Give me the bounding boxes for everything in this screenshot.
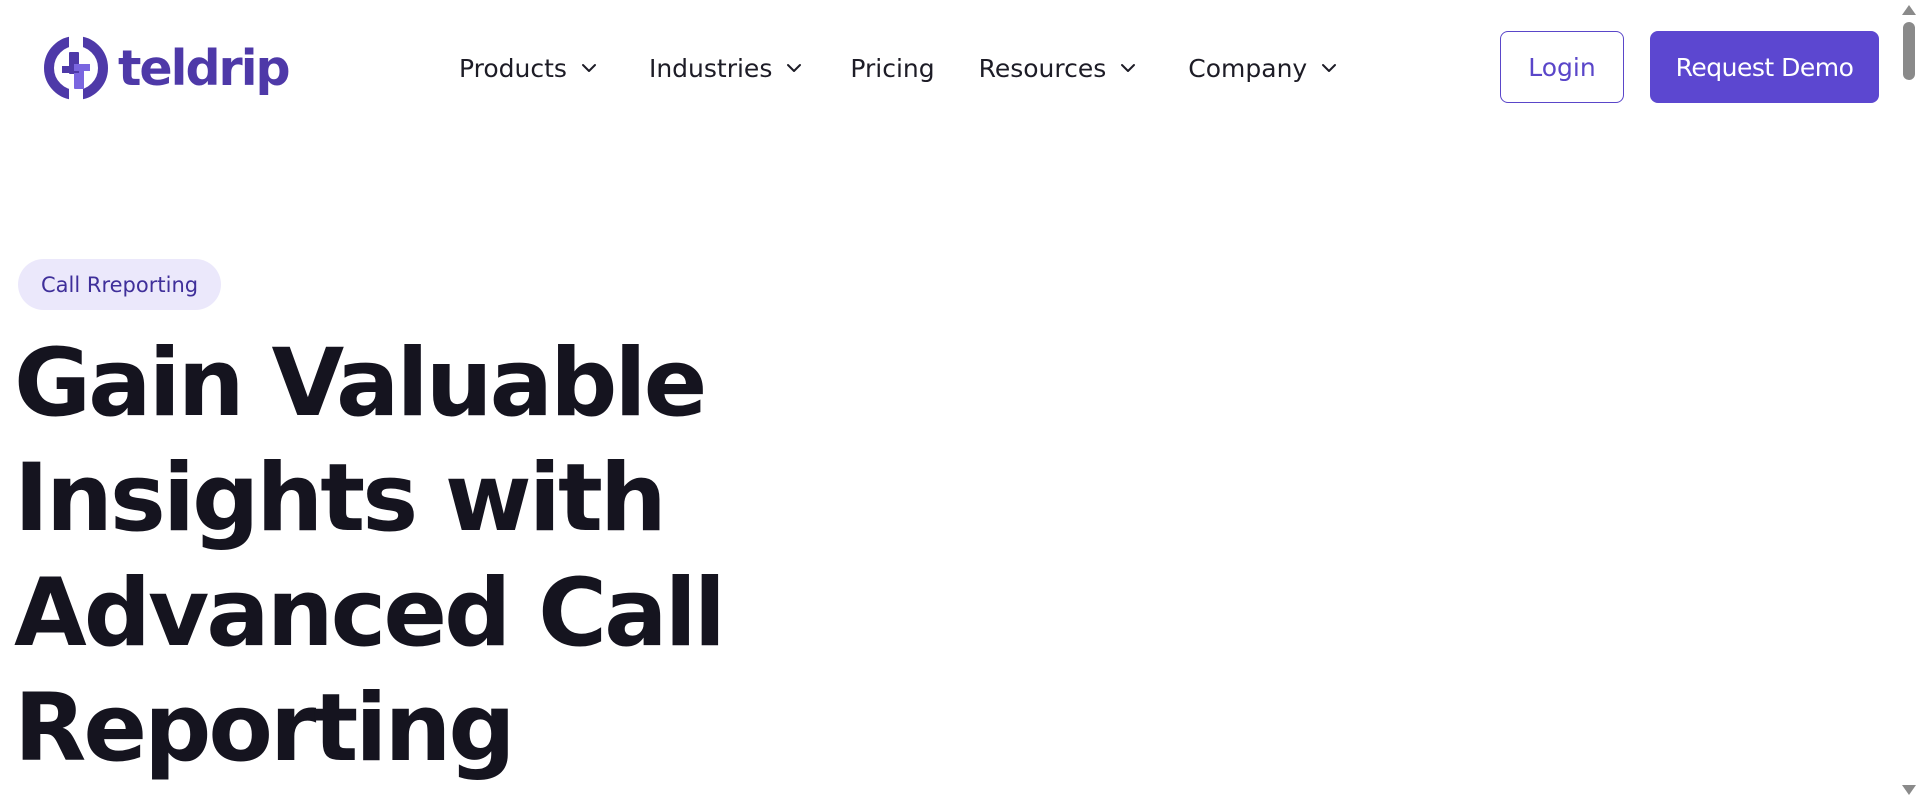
nav-item-label: Pricing: [850, 53, 935, 83]
nav-item-resources[interactable]: Resources: [979, 54, 1139, 83]
chevron-down-icon: [787, 64, 802, 72]
scrollbar-thumb[interactable]: [1903, 22, 1915, 80]
scroll-down-arrow-icon[interactable]: [1902, 785, 1916, 795]
brand-name: teldrip: [118, 39, 291, 97]
main-nav: Products Industries Pricing Resources Co…: [459, 44, 1339, 92]
nav-item-pricing[interactable]: Pricing: [850, 54, 934, 83]
scroll-up-arrow-icon[interactable]: [1902, 5, 1916, 15]
vertical-scrollbar[interactable]: [1898, 0, 1920, 800]
request-demo-button[interactable]: Request Demo: [1650, 31, 1879, 103]
chevron-down-icon: [1121, 64, 1136, 72]
teldrip-logo-icon: [44, 36, 108, 100]
nav-item-company[interactable]: Company: [1188, 54, 1339, 83]
nav-item-label: Products: [459, 53, 567, 83]
chevron-down-icon: [581, 64, 596, 72]
chevron-down-icon: [1322, 64, 1337, 72]
nav-item-label: Industries: [648, 53, 773, 83]
category-badge: Call Rreporting: [18, 259, 222, 310]
hero-title: Gain Valuable Insights with Advanced Cal…: [14, 326, 774, 786]
site-header: teldrip Products Industries Pricing Reso…: [0, 0, 1898, 136]
hero-title-line: Gain Valuable: [14, 329, 707, 438]
hero-title-line: Reporting: [14, 674, 516, 783]
hero-title-line: Insights with: [14, 444, 667, 553]
nav-item-label: Company: [1188, 53, 1308, 83]
brand-logo[interactable]: teldrip: [40, 30, 291, 106]
login-button[interactable]: Login: [1500, 31, 1624, 103]
hero-title-line: Advanced Call: [14, 559, 726, 668]
nav-item-industries[interactable]: Industries: [649, 54, 804, 83]
nav-item-label: Resources: [978, 53, 1107, 83]
nav-item-products[interactable]: Products: [459, 54, 599, 83]
page: teldrip Products Industries Pricing Reso…: [0, 0, 1920, 800]
